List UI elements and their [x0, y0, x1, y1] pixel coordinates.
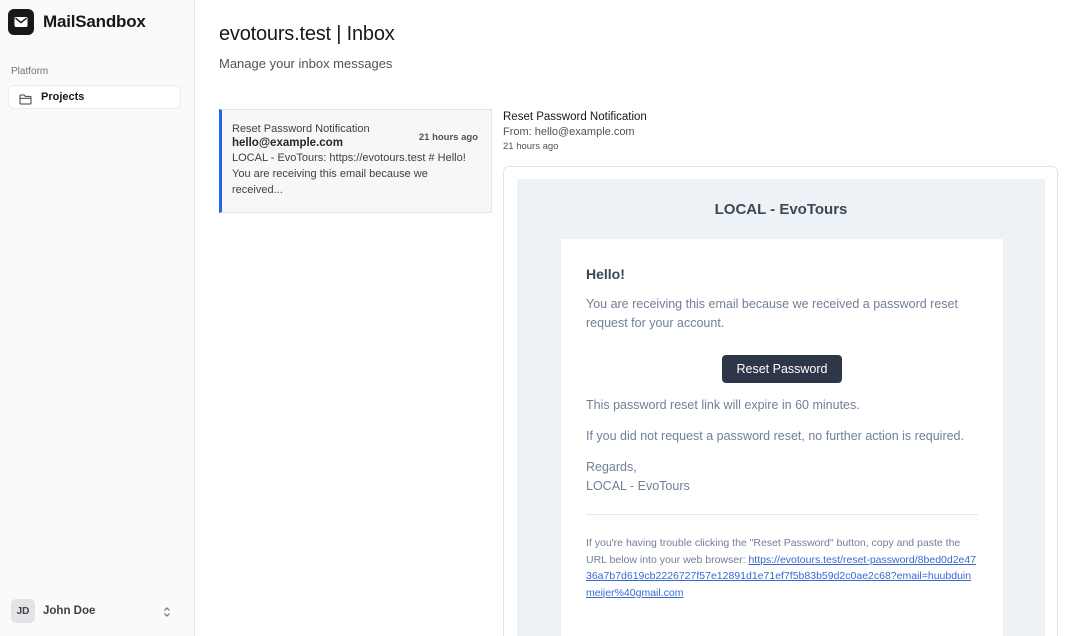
email-wrapper: LOCAL - EvoTours Hello! You are receivin… [517, 179, 1045, 636]
message-list-item[interactable]: Reset Password Notification 21 hours ago… [219, 109, 492, 213]
folder-icon [19, 92, 32, 104]
detail-time: 21 hours ago [503, 141, 559, 152]
email-regards: Regards, [586, 460, 637, 474]
brand[interactable]: MailSandbox [8, 9, 146, 35]
email-button-wrap: Reset Password [586, 355, 978, 383]
message-preview: LOCAL - EvoTours: https://evotours.test … [232, 152, 466, 196]
email-signature: LOCAL - EvoTours [586, 479, 690, 493]
email-header: LOCAL - EvoTours [714, 201, 848, 218]
reset-password-button[interactable]: Reset Password [722, 355, 842, 383]
user-menu[interactable]: JD John Doe [8, 597, 183, 625]
sidebar-item-label: Projects [41, 91, 85, 103]
sidebar-item-projects[interactable]: Projects [8, 85, 181, 109]
email-greeting: Hello! [586, 266, 625, 282]
message-time: 21 hours ago [418, 132, 478, 143]
email-expire-text: This password reset link will expire in … [586, 398, 860, 412]
email-body: Hello! You are receiving this email beca… [561, 239, 1003, 636]
user-name: John Doe [43, 605, 96, 617]
page-subtitle: Manage your inbox messages [219, 56, 393, 71]
page-title: evotours.test | Inbox [219, 23, 395, 45]
email-divider [586, 514, 978, 515]
email-preview-frame: LOCAL - EvoTours Hello! You are receivin… [503, 166, 1058, 636]
avatar: JD [11, 599, 35, 623]
detail-sender: From: hello@example.com [503, 126, 635, 138]
nav-group-label: Platform [11, 66, 49, 77]
detail-subject: Reset Password Notification [503, 111, 647, 123]
email-no-action-text: If you did not request a password reset,… [586, 429, 964, 443]
mail-logo-icon [8, 9, 34, 35]
email-trouble-text: If you're having trouble clicking the "R… [586, 535, 978, 601]
email-intro: You are receiving this email because we … [586, 297, 958, 330]
brand-name: MailSandbox [43, 12, 146, 31]
sidebar: MailSandbox Platform Projects JD John Do… [0, 0, 195, 636]
chevrons-up-down-icon [163, 605, 171, 617]
